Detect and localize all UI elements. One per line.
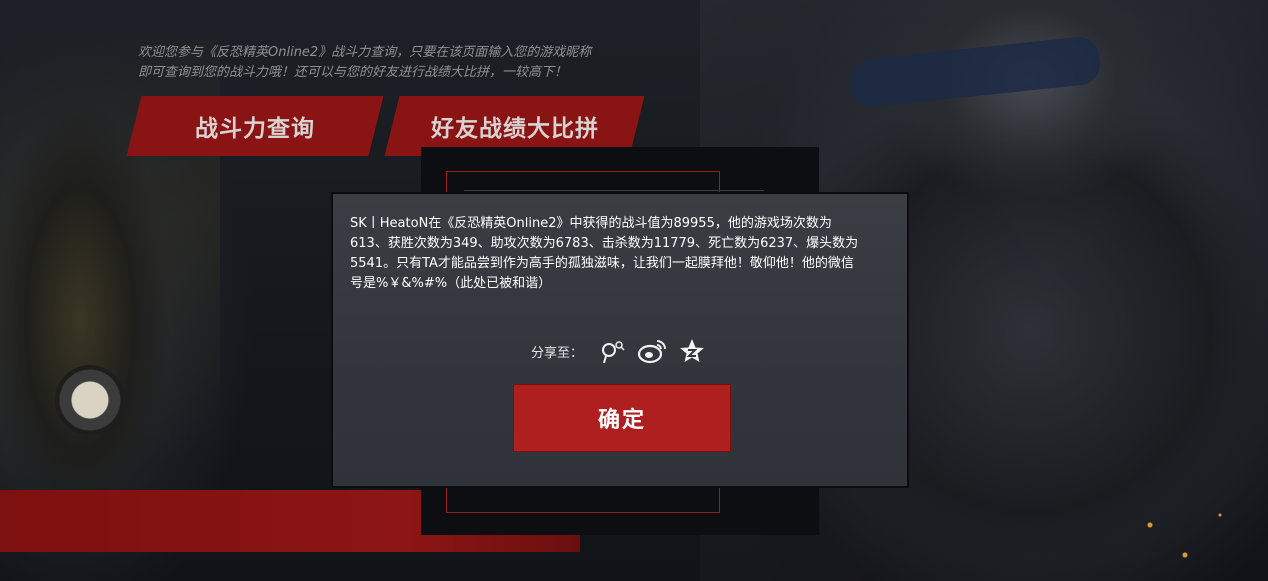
intro-line-1: 欢迎您参与《反恐精英Online2》战斗力查询，只要在该页面输入您的游戏昵称 (138, 45, 592, 60)
intro-text: 欢迎您参与《反恐精英Online2》战斗力查询，只要在该页面输入您的游戏昵称 即… (138, 43, 658, 83)
background-title-art (150, 0, 790, 22)
weibo-icon[interactable] (637, 336, 667, 366)
query-panel-divider (464, 190, 764, 191)
qq-share-icon[interactable] (597, 336, 627, 366)
result-dialog: SK丨HeatoN在《反恐精英Online2》中获得的战斗值为89955，他的游… (331, 192, 909, 488)
result-message: SK丨HeatoN在《反恐精英Online2》中获得的战斗值为89955，他的游… (350, 216, 859, 291)
intro-line-2: 即可查询到您的战斗力哦！还可以与您的好友进行战绩大比拼，一较高下！ (138, 65, 568, 80)
tab-power-query[interactable]: 战斗力查询 (126, 96, 384, 156)
tab-power-query-label: 战斗力查询 (195, 116, 315, 142)
qzone-icon[interactable] (677, 336, 707, 366)
share-label: 分享至： (531, 345, 584, 361)
background-gun-dial (55, 365, 125, 435)
confirm-button[interactable]: 确定 (513, 384, 731, 452)
share-row: 分享至： (531, 336, 707, 366)
background-sparks (1130, 495, 1250, 575)
tab-friend-compare-label: 好友战绩大比拼 (430, 116, 599, 142)
